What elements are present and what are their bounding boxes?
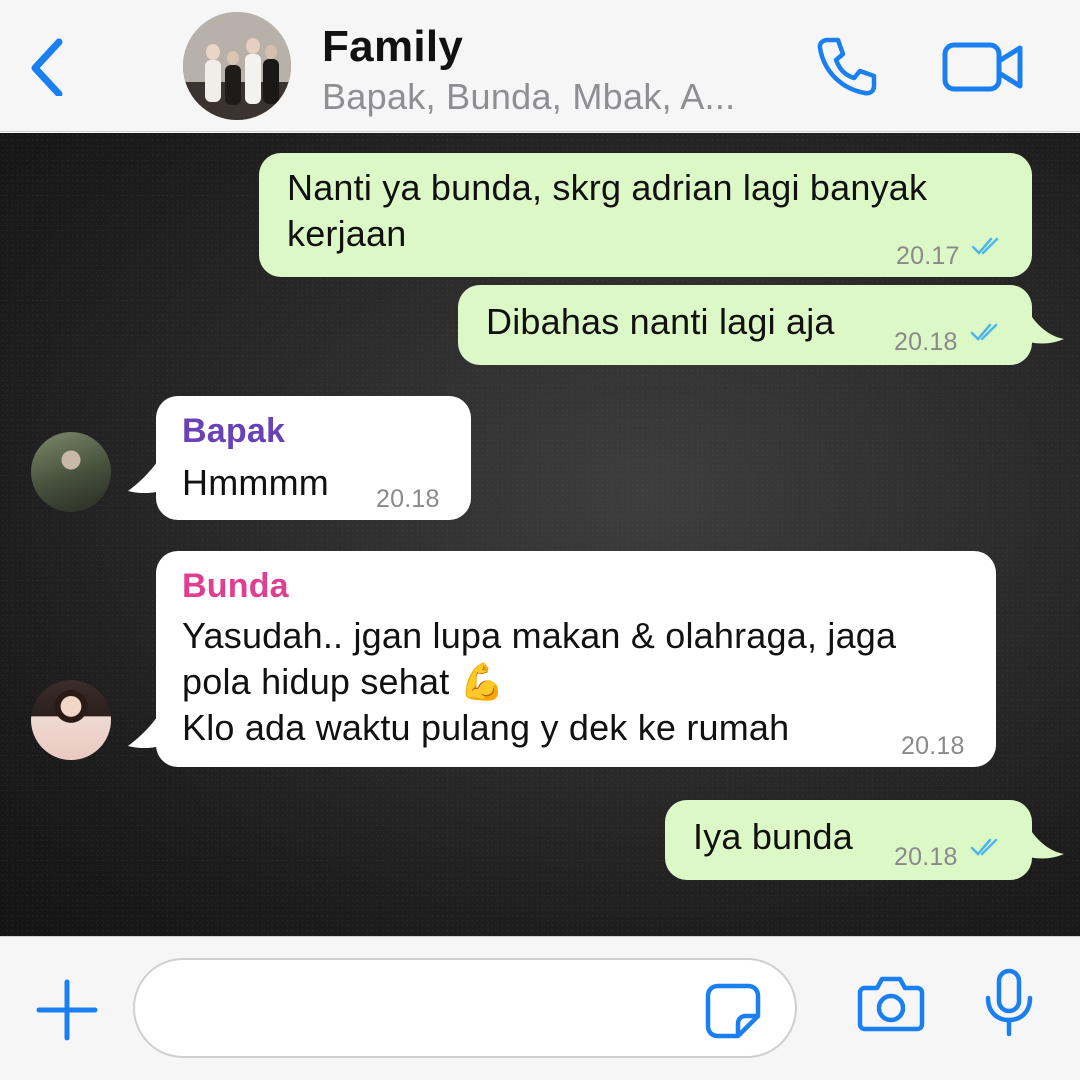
message-text: Yasudah.. jgan lupa makan & olahraga, ja… bbox=[182, 613, 896, 751]
sender-name: Bunda bbox=[182, 567, 289, 605]
voice-message-button[interactable] bbox=[978, 965, 1040, 1041]
chat-header: Family Bapak, Bunda, Mbak, A... bbox=[0, 0, 1080, 132]
message-bubble-incoming[interactable]: Bapak Hmmmm 20.18 bbox=[156, 396, 471, 520]
chat-members[interactable]: Bapak, Bunda, Mbak, A... bbox=[322, 76, 735, 118]
read-receipt-icon bbox=[971, 237, 999, 255]
camera-icon bbox=[857, 976, 925, 1032]
message-bubble-outgoing[interactable]: Dibahas nanti lagi aja 20.18 bbox=[458, 285, 1032, 365]
message-input[interactable] bbox=[133, 958, 797, 1058]
message-line: kerjaan bbox=[287, 213, 407, 254]
message-line: Klo ada waktu pulang y dek ke rumah bbox=[182, 707, 790, 748]
message-bubble-outgoing[interactable]: Nanti ya bunda, skrg adrian lagi banyak … bbox=[259, 153, 1032, 277]
read-receipt-icon bbox=[970, 323, 998, 341]
message-line: pola hidup sehat 💪 bbox=[182, 661, 505, 702]
message-text: Nanti ya bunda, skrg adrian lagi banyak … bbox=[287, 165, 927, 257]
phone-icon bbox=[817, 37, 877, 96]
chevron-left-icon bbox=[31, 38, 63, 96]
message-time: 20.18 bbox=[894, 328, 958, 356]
video-camera-icon bbox=[942, 42, 1023, 92]
message-bubble-outgoing[interactable]: Iya bunda 20.18 bbox=[665, 800, 1032, 880]
message-text: Dibahas nanti lagi aja bbox=[486, 301, 835, 342]
message-list[interactable]: Nanti ya bunda, skrg adrian lagi banyak … bbox=[0, 133, 1080, 936]
plus-icon bbox=[36, 979, 98, 1041]
voice-call-button[interactable] bbox=[810, 30, 882, 102]
sticker-button[interactable] bbox=[700, 978, 766, 1044]
attach-button[interactable] bbox=[32, 970, 102, 1050]
sticker-icon bbox=[705, 983, 761, 1039]
message-time: 20.17 bbox=[896, 242, 960, 270]
avatar-bapak[interactable] bbox=[31, 432, 111, 512]
message-time: 20.18 bbox=[901, 732, 965, 760]
sender-name: Bapak bbox=[182, 412, 286, 450]
message-bubble-incoming[interactable]: Bunda Yasudah.. jgan lupa makan & olahra… bbox=[156, 551, 996, 767]
microphone-icon bbox=[985, 968, 1033, 1037]
group-avatar[interactable] bbox=[183, 12, 291, 120]
message-line: Nanti ya bunda, skrg adrian lagi banyak bbox=[287, 167, 928, 208]
message-time: 20.18 bbox=[894, 843, 958, 871]
read-receipt-icon bbox=[970, 838, 998, 856]
camera-button[interactable] bbox=[855, 970, 927, 1036]
group-photo bbox=[183, 12, 291, 120]
message-time: 20.18 bbox=[376, 485, 440, 513]
message-text: Iya bunda bbox=[693, 816, 853, 857]
message-text: Hmmmm bbox=[182, 462, 329, 503]
video-call-button[interactable] bbox=[938, 36, 1028, 98]
avatar-bunda[interactable] bbox=[31, 680, 111, 760]
back-button[interactable] bbox=[22, 30, 72, 102]
message-line: Yasudah.. jgan lupa makan & olahraga, ja… bbox=[182, 615, 897, 656]
chat-title[interactable]: Family bbox=[322, 22, 463, 72]
